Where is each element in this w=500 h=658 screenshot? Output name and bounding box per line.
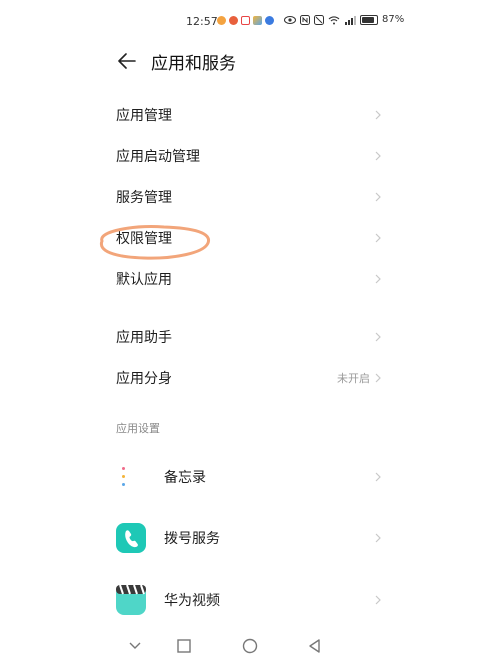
signal-icon	[345, 15, 356, 25]
wifi-icon	[328, 15, 340, 24]
chevron-right-icon	[372, 531, 384, 545]
app-twin-status: 未开启	[337, 372, 370, 385]
annotation-stroke	[99, 225, 210, 260]
app-item-notepad[interactable]: 备忘录	[116, 455, 386, 499]
menu-item-app-launch-management[interactable]: 应用启动管理	[116, 139, 386, 173]
app-label: 拨号服务	[164, 531, 220, 547]
header: 应用和服务	[0, 44, 500, 78]
app-label: 华为视频	[164, 593, 220, 609]
menu-item-service-management[interactable]: 服务管理	[116, 180, 386, 214]
section-title-app-settings: 应用设置	[116, 422, 160, 435]
weibo-icon	[229, 16, 238, 25]
home-button[interactable]	[241, 638, 259, 654]
battery-icon	[360, 14, 378, 25]
browser-icon	[265, 16, 274, 25]
gallery-icon	[253, 16, 262, 25]
menu-item-app-management[interactable]: 应用管理	[116, 98, 386, 132]
menu-item-label: 应用助手	[116, 330, 172, 346]
back-button[interactable]	[116, 50, 138, 72]
menu-item-label: 默认应用	[116, 272, 172, 288]
app-label: 备忘录	[164, 470, 206, 486]
video-icon	[116, 585, 146, 615]
chevron-right-icon	[372, 272, 384, 286]
mute-icon	[314, 14, 324, 25]
chevron-right-icon	[372, 108, 384, 122]
weibo-icon	[217, 16, 226, 25]
status-bar: 12:57 87%	[0, 0, 500, 40]
chevron-right-icon	[372, 470, 384, 484]
recents-icon	[177, 639, 191, 653]
app-item-dialer[interactable]: 拨号服务	[116, 516, 386, 560]
square-app-icon	[241, 16, 250, 25]
phone-icon	[116, 523, 146, 553]
app-item-huawei-video[interactable]: 华为视频	[116, 578, 386, 622]
page-title: 应用和服务	[151, 54, 236, 74]
back-triangle-icon	[309, 639, 320, 653]
menu-item-app-twin[interactable]: 应用分身 未开启	[116, 361, 386, 395]
back-arrow-icon	[118, 53, 136, 69]
menu-item-label: 服务管理	[116, 190, 172, 206]
nfc-icon	[300, 14, 310, 25]
battery-percent: 87%	[382, 14, 405, 25]
home-icon	[242, 638, 258, 654]
menu-item-default-apps[interactable]: 默认应用	[116, 262, 386, 296]
chevron-right-icon	[372, 593, 384, 607]
chevron-right-icon	[372, 190, 384, 204]
menu-item-app-assistant[interactable]: 应用助手	[116, 320, 386, 354]
chevron-right-icon	[372, 149, 384, 163]
notepad-icon	[116, 462, 146, 492]
eye-icon	[284, 15, 296, 24]
chevron-right-icon	[372, 231, 384, 245]
chevron-right-icon	[372, 371, 384, 385]
menu-item-label: 应用启动管理	[116, 149, 200, 165]
menu-item-label: 应用分身	[116, 371, 172, 387]
status-time: 12:57	[186, 15, 218, 28]
back-nav-button[interactable]	[306, 638, 324, 654]
collapse-button[interactable]	[126, 638, 144, 654]
recents-button[interactable]	[175, 638, 193, 654]
chevron-down-icon	[129, 642, 141, 649]
annotation-circle	[99, 225, 210, 260]
navigation-bar	[0, 632, 500, 658]
chevron-right-icon	[372, 330, 384, 344]
notification-icons	[217, 16, 274, 25]
system-status-icons: 87%	[284, 14, 404, 25]
menu-item-label: 应用管理	[116, 108, 172, 124]
